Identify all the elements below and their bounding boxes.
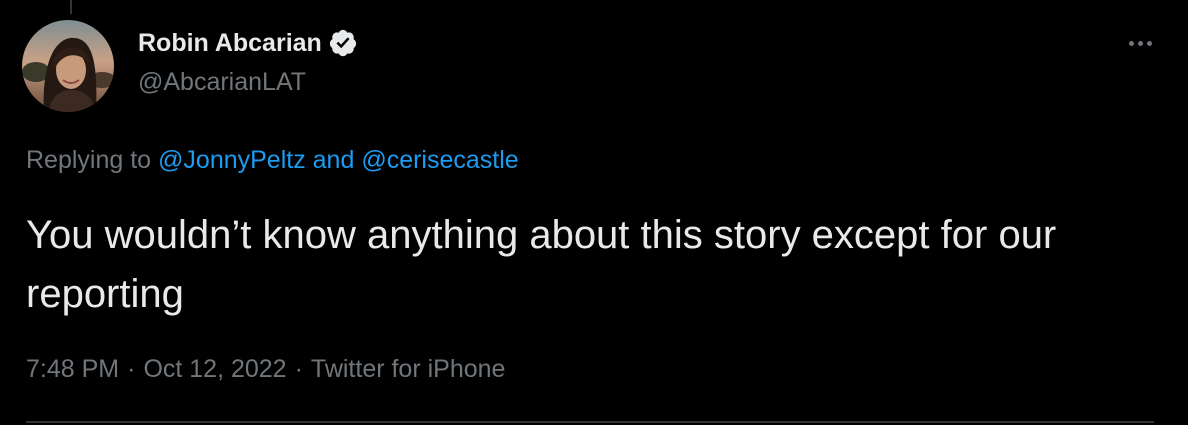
- divider: [26, 421, 1154, 423]
- tweet-metadata: 7:48 PM · Oct 12, 2022 · Twitter for iPhone: [26, 355, 505, 384]
- more-options-button[interactable]: [1120, 28, 1160, 58]
- meta-separator: ·: [127, 355, 136, 383]
- author-name-row: Robin Abcarian: [138, 28, 358, 58]
- tweet-source[interactable]: Twitter for iPhone: [311, 355, 506, 383]
- tweet-date[interactable]: Oct 12, 2022: [143, 355, 286, 383]
- tweet-text: You wouldn’t know anything about this st…: [26, 213, 1057, 316]
- meta-separator: ·: [294, 355, 303, 383]
- mention-link[interactable]: @cerisecastle: [361, 146, 518, 174]
- author-display-name[interactable]: Robin Abcarian: [138, 29, 322, 58]
- replying-to-line: Replying to @JonnyPeltz and @cerisecastl…: [26, 146, 519, 175]
- more-horizontal-icon: [1137, 40, 1143, 46]
- avatar[interactable]: [22, 20, 114, 112]
- mention-link[interactable]: @JonnyPeltz: [158, 146, 306, 174]
- author-info: Robin Abcarian @AbcarianLAT: [138, 28, 358, 97]
- more-horizontal-icon: [1146, 40, 1152, 46]
- replying-to-label: Replying to: [26, 146, 152, 174]
- verified-badge-icon: [328, 28, 358, 58]
- author-handle[interactable]: @AbcarianLAT: [138, 68, 358, 97]
- thread-connector-line: [70, 0, 72, 14]
- more-horizontal-icon: [1128, 40, 1134, 46]
- mention-conjunction[interactable]: and: [313, 146, 355, 174]
- tweet-header: Robin Abcarian @AbcarianLAT: [22, 20, 358, 112]
- avatar-image: [22, 20, 114, 112]
- tweet-time[interactable]: 7:48 PM: [26, 355, 119, 383]
